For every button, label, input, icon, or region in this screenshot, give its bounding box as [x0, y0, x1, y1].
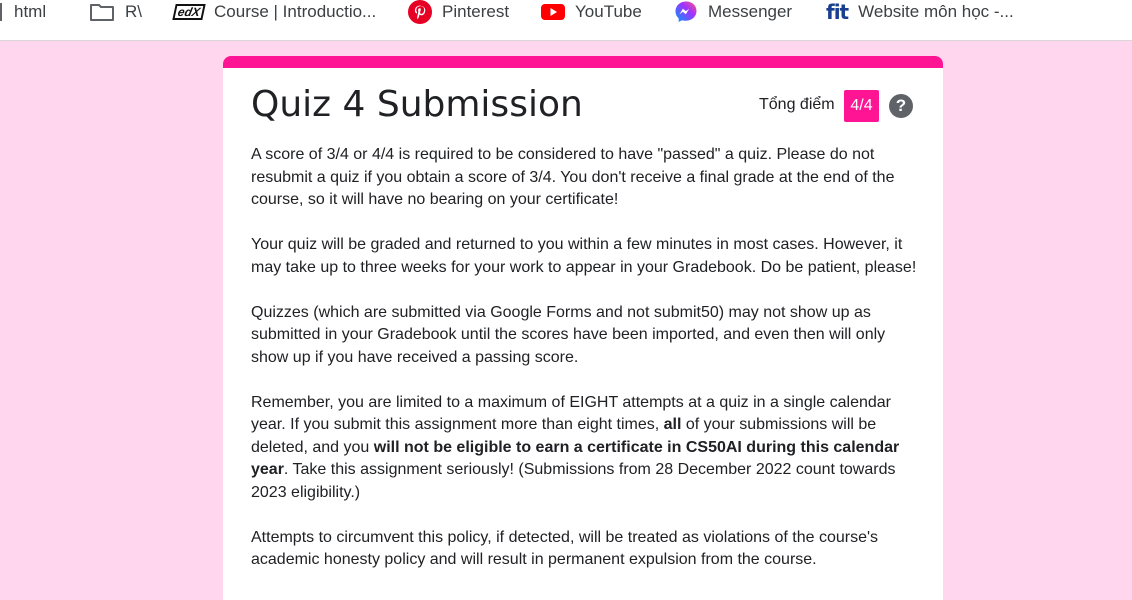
paragraph-text: . Take this assignment seriously! (Submi…	[251, 461, 896, 501]
bookmark-youtube[interactable]: YouTube	[541, 0, 642, 24]
total-score-label: Tổng điểm	[759, 96, 835, 113]
youtube-icon	[541, 3, 565, 21]
description-paragraph: A score of 3/4 or 4/4 is required to be …	[251, 146, 895, 208]
bookmark-folder-r[interactable]: R\	[89, 0, 142, 24]
bookmark-messenger[interactable]: Messenger	[674, 0, 792, 24]
bookmark-course[interactable]: edX Course | Introductio...	[172, 0, 377, 24]
page-title: Quiz 4 Submission	[251, 84, 583, 125]
fit-icon: fit	[826, 0, 849, 24]
bookmark-label: YouTube	[575, 2, 642, 21]
page-icon	[0, 2, 4, 22]
accent-bar	[223, 56, 943, 68]
bookmarks-bar: html R\ edX Course | Introductio... Pint…	[0, 0, 1132, 41]
emphasis-text: all	[663, 416, 682, 433]
description-paragraph: Remember, you are limited to a maximum o…	[251, 392, 919, 505]
form-header-card: Quiz 4 Submission Tổng điểm 4/4 ? A scor…	[223, 56, 943, 600]
edx-icon: edX	[172, 4, 206, 20]
description-paragraph: Attempts to circumvent this policy, if d…	[251, 528, 879, 569]
bookmark-label: Website môn học -...	[858, 2, 1014, 21]
folder-icon	[89, 2, 115, 22]
bookmark-html[interactable]: html	[0, 0, 46, 24]
messenger-icon	[674, 0, 698, 24]
score-badge: 4/4	[844, 90, 879, 122]
bookmark-label: Course | Introductio...	[214, 2, 377, 21]
bookmark-label: html	[14, 2, 47, 21]
form-description: A score of 3/4 or 4/4 is required to be …	[251, 144, 919, 594]
bookmark-label: Messenger	[708, 2, 793, 21]
pinterest-icon	[408, 0, 432, 24]
description-paragraph: Your quiz will be graded and returned to…	[251, 236, 917, 276]
bookmark-label: Pinterest	[442, 2, 510, 21]
help-icon[interactable]: ?	[889, 94, 913, 118]
bookmark-fit-website[interactable]: fit Website môn học -...	[826, 0, 1014, 24]
bookmark-label: R\	[125, 2, 142, 21]
bookmark-pinterest[interactable]: Pinterest	[408, 0, 509, 24]
description-paragraph: Quizzes (which are submitted via Google …	[251, 303, 886, 366]
